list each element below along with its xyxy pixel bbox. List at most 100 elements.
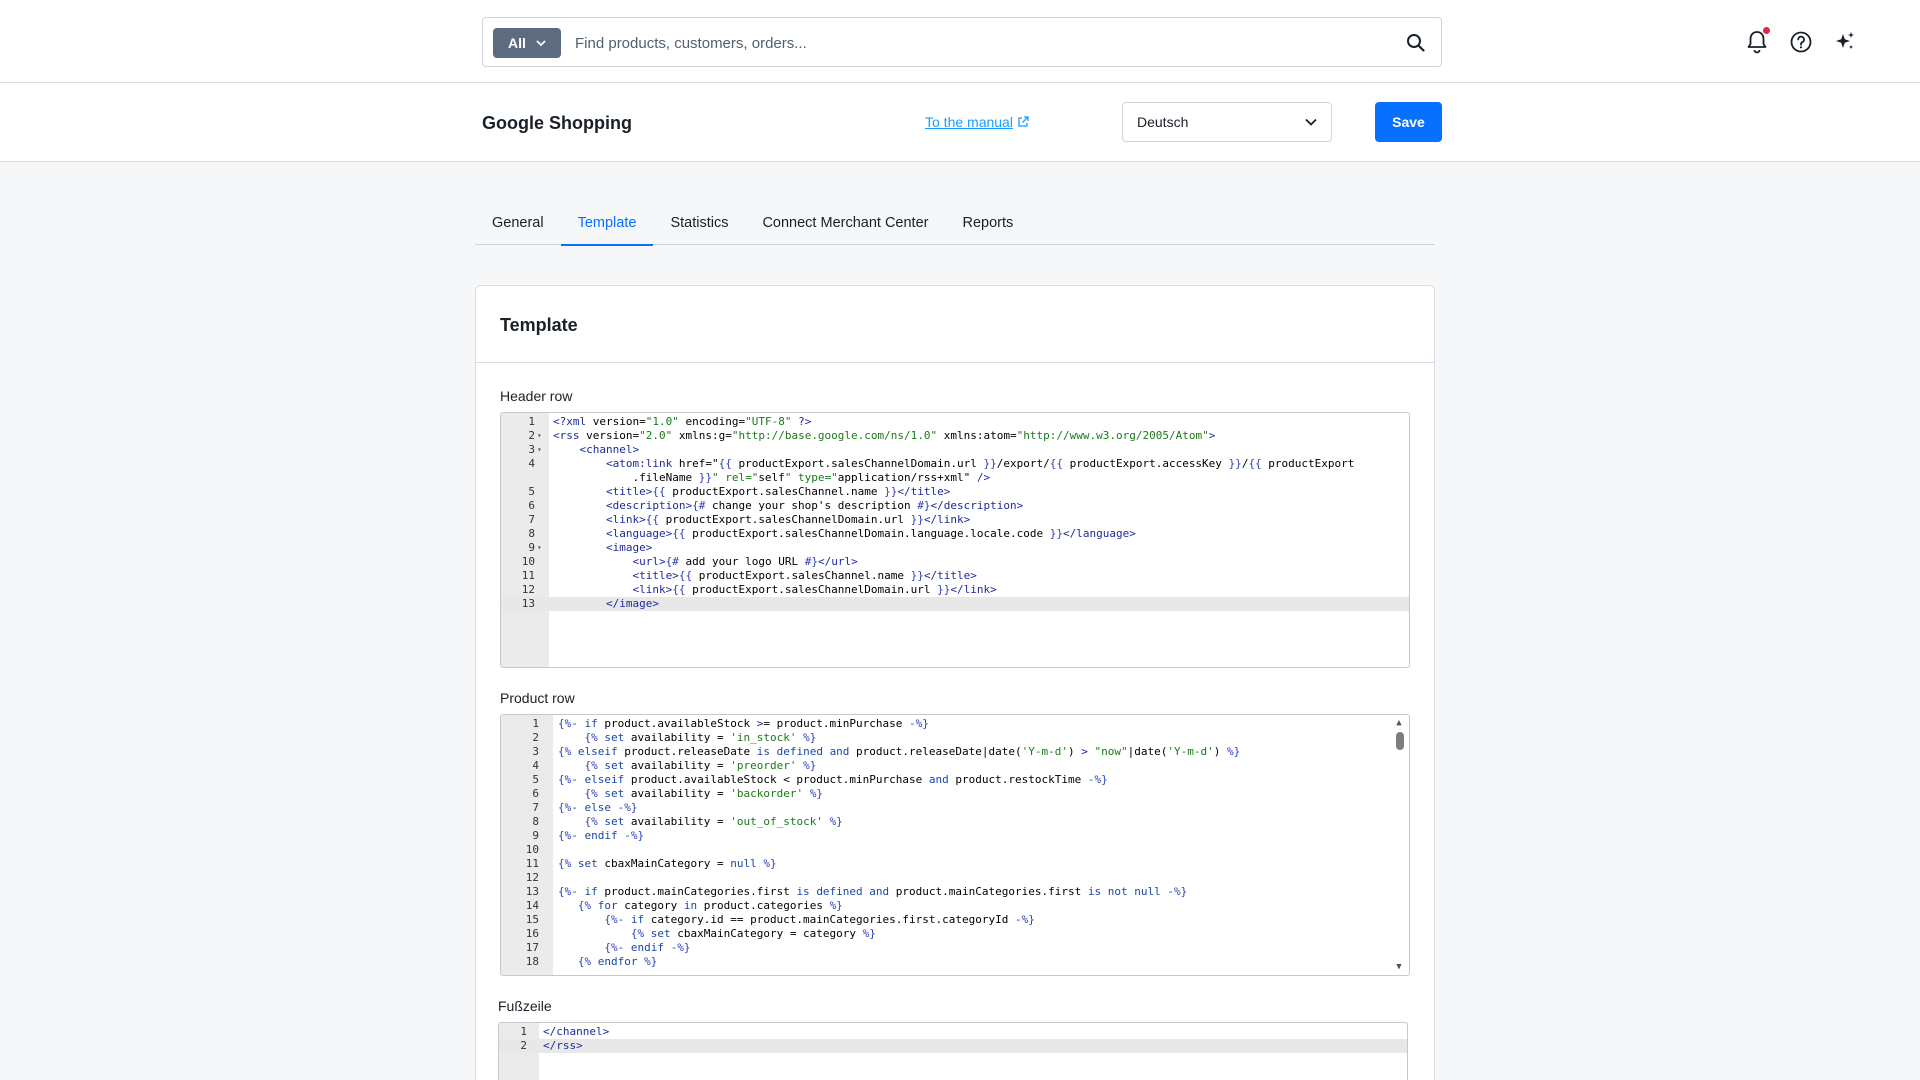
line-number: 9 [532,829,539,842]
page-title: Google Shopping [482,113,632,133]
line-number: 10 [525,843,539,856]
tab-template[interactable]: Template [560,205,654,246]
line-number: 11 [525,857,539,870]
code-text: {%- elseif product.availableStock < prod… [558,773,1108,786]
line-number: 6 [528,499,535,512]
code-text: </image> [605,597,659,610]
code-line: 2 {% set availability = 'in_stock' %} [501,731,1409,745]
manual-link[interactable]: To the manual [925,114,1029,130]
code-line: 11 {% set cbaxMainCategory = null %} [501,857,1409,871]
code-text: <rss version="2.0" xmlns:g="http://base.… [553,429,1216,442]
code-line: 1 <?xml version="1.0" encoding="UTF-8" ?> [501,415,1409,429]
code-line: 7 {%- else -%} [501,801,1409,815]
tab-bar: General Template Statistics Connect Merchan… [475,205,1435,246]
line-number: 15 [525,913,539,926]
line-number: 10 [521,555,535,568]
line-number: 1 [520,1025,527,1038]
code-line: 5 {%- elseif product.availableStock < pro… [501,773,1409,787]
line-number: 9 [528,541,535,554]
code-text: {% set availability = 'backorder' %} [584,787,823,800]
footer-row-editor[interactable]: 1 </channel> 2 </rss> [498,1022,1408,1080]
header-row-label: Header row [500,388,573,404]
line-number: 2 [532,731,539,744]
tab-reports[interactable]: Reports [945,205,1030,245]
line-number: 13 [521,597,535,610]
language-select[interactable]: Deutsch [1122,102,1332,142]
code-text: <link>{{ productExport.salesChannelDomai… [605,513,971,526]
line-number: 8 [532,815,539,828]
code-text: {% set availability = 'out_of_stock' %} [584,815,843,828]
code-line: 11 <title>{{ productExport.salesChannel.… [501,569,1409,583]
code-text: <link>{{ productExport.salesChannelDomai… [632,583,997,596]
search-icon[interactable] [1405,32,1427,54]
code-line: 14 {% for category in product.categories… [501,899,1409,913]
code-line: 13 </image> [501,597,1409,611]
line-number: 16 [525,927,539,940]
search-filter-dropdown[interactable]: All [493,28,561,58]
code-text: {%- endif -%} [558,829,645,842]
page-header: Google Shopping To the manual Deutsch Sa… [0,83,1920,162]
code-line: 17 {%- endif -%} [501,941,1409,955]
code-line: 6 {% set availability = 'backorder' %} [501,787,1409,801]
search-input[interactable] [575,26,1375,60]
fold-toggle-icon[interactable]: ▾ [537,443,542,457]
notifications-button[interactable] [1744,27,1770,55]
code-line: 15 {%- if category.id == product.mainCat… [501,913,1409,927]
code-text: <image> [605,541,653,554]
code-line: 4 {% set availability = 'preorder' %} [501,759,1409,773]
header-row-editor[interactable]: 1 <?xml version="1.0" encoding="UTF-8" ?>… [500,412,1410,668]
code-text: </rss> [543,1039,583,1052]
line-number: 14 [525,899,539,912]
tab-connect-merchant-center[interactable]: Connect Merchant Center [745,205,945,245]
line-number: 13 [525,885,539,898]
line-number: 6 [532,787,539,800]
scrollbar-thumb[interactable] [1396,732,1404,750]
line-number: 11 [521,569,535,582]
line-number: 4 [532,759,539,772]
scroll-down-arrow[interactable]: ▼ [1393,962,1405,972]
line-number: 1 [528,415,535,428]
chevron-down-icon [1305,118,1317,126]
ai-assistant-button[interactable] [1832,29,1858,55]
code-text: {% for category in product.categories %} [577,899,843,912]
code-line: 10 <url>{# add your logo URL #}</url> [501,555,1409,569]
product-row-label: Product row [500,690,575,706]
scroll-up-arrow[interactable]: ▲ [1393,718,1405,728]
product-row-editor[interactable]: 1 {%- if product.availableStock >= produc… [500,714,1410,976]
line-number: 18 [525,955,539,968]
external-link-icon [1018,116,1029,127]
code-text: {%- if product.availableStock >= product… [558,717,929,730]
code-text: {% elseif product.releaseDate is defined… [558,745,1241,758]
code-text: <language>{{ productExport.salesChannelD… [605,527,1136,540]
save-button[interactable]: Save [1375,102,1442,142]
fold-toggle-icon[interactable]: ▾ [537,541,542,555]
code-line: 16 {% set cbaxMainCategory = category %} [501,927,1409,941]
code-text: .fileName }}" rel="self" type="applicati… [553,471,991,484]
line-number: 5 [532,773,539,786]
code-text: {%- else -%} [558,801,638,814]
code-line: 4 <atom:link href="{{ productExport.sale… [501,457,1409,471]
tab-general[interactable]: General [475,205,561,245]
code-line: 9 {%- endif -%} [501,829,1409,843]
code-line: 6 <description>{# change your shop's des… [501,499,1409,513]
code-text: {% set cbaxMainCategory = category %} [630,927,876,940]
code-text: {% set availability = 'in_stock' %} [584,731,817,744]
code-line: 3 ▾ <channel> [501,443,1409,457]
line-number: 17 [525,941,539,954]
code-line: 7 <link>{{ productExport.salesChannelDom… [501,513,1409,527]
help-button[interactable] [1788,29,1814,55]
code-text: <title>{{ productExport.salesChannel.nam… [605,485,951,498]
code-text: {%- if product.mainCategories.first is d… [558,885,1188,898]
code-text: {% set cbaxMainCategory = null %} [558,857,777,870]
code-line: .fileName }}" rel="self" type="applicati… [501,471,1409,485]
code-line: 12 <link>{{ productExport.salesChannelDo… [501,583,1409,597]
code-text: {%- if category.id == product.mainCatego… [604,913,1035,926]
manual-link-label: To the manual [925,114,1013,130]
language-select-value: Deutsch [1137,114,1189,130]
tab-statistics[interactable]: Statistics [653,205,745,245]
code-text: <?xml version="1.0" encoding="UTF-8" ?> [553,415,812,428]
fold-toggle-icon[interactable]: ▾ [537,429,542,443]
code-line: 1 </channel> [499,1025,1407,1039]
code-line: 2 </rss> [499,1039,1407,1053]
line-number: 12 [525,871,539,884]
